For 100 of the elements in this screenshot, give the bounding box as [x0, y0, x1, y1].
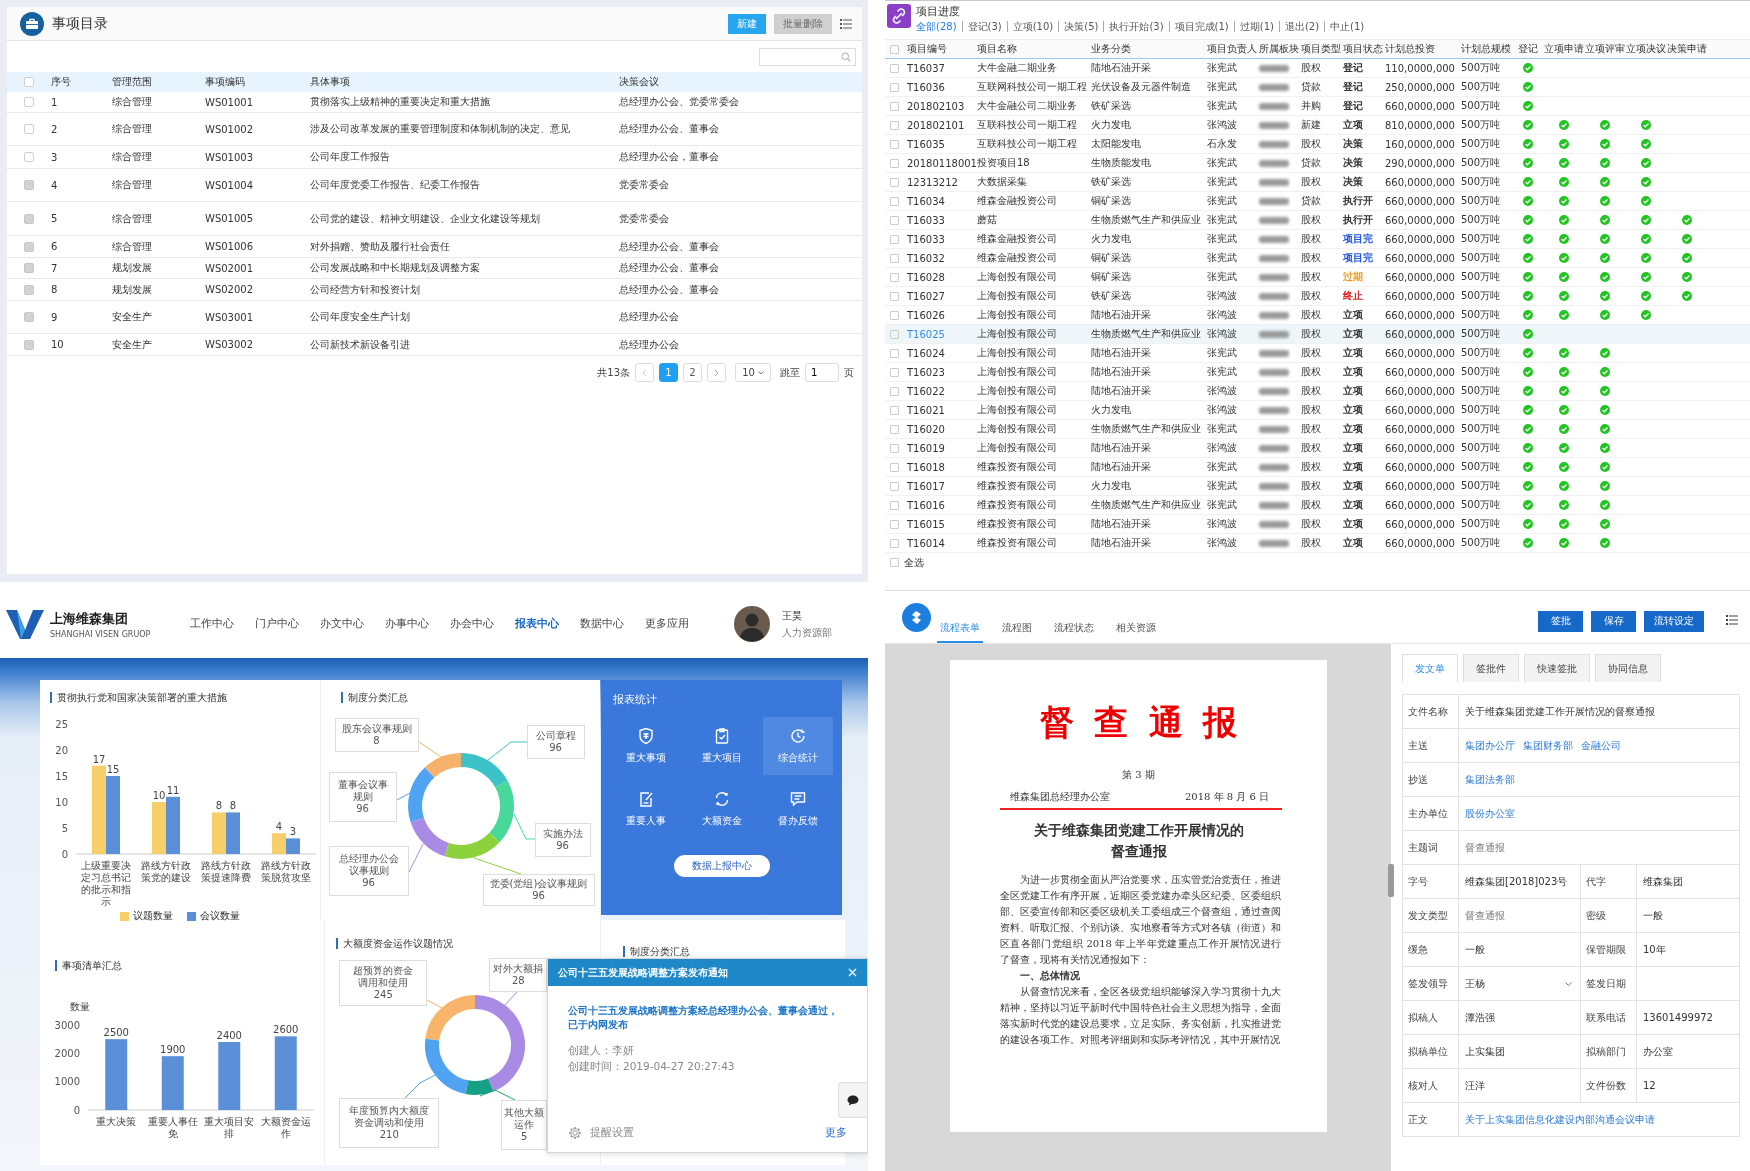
field-link[interactable]: 集团法务部 [1465, 772, 1515, 787]
row-checkbox[interactable] [889, 348, 899, 358]
row-checkbox[interactable] [889, 196, 899, 206]
table-row[interactable]: T16018 维森投资有限公司 陆地石油开采 张宪武 股权 立项 660,0000,000 500万吨 [885, 458, 1750, 477]
tab[interactable]: 相关资源 [1113, 621, 1159, 643]
row-checkbox[interactable] [889, 177, 899, 187]
table-row[interactable]: T16021 上海创投有限公司 火力发电 张鸿波 股权 立项 660,0000,000 500万吨 [885, 401, 1750, 420]
table-row[interactable]: T16019 上海创投有限公司 陆地石油开采 张鸿波 股权 立项 660,0000,000 500万吨 [885, 439, 1750, 458]
row-checkbox[interactable] [889, 424, 899, 434]
row-checkbox[interactable] [889, 329, 899, 339]
table-row[interactable]: T16033 蘑菇 生物质燃气生产和供应业 张宪武 股权 执行开 660,0000,000 500万吨 [885, 211, 1750, 230]
field-link[interactable]: 股份办公室 [1465, 806, 1515, 821]
notification-link[interactable]: 公司十三五发展战略调整方案经总经理办公会、董事会通过，已于内网发布 [568, 1004, 847, 1032]
row-checkbox[interactable] [24, 152, 34, 162]
action-button[interactable]: 签批 [1538, 610, 1583, 632]
row-checkbox[interactable] [889, 538, 899, 548]
row-checkbox[interactable] [889, 272, 899, 282]
report-tile[interactable]: 重要人事 [610, 780, 681, 838]
row-checkbox[interactable] [889, 234, 899, 244]
previous-page-button[interactable] [635, 363, 654, 382]
more-link[interactable]: 更多 [825, 1126, 847, 1140]
row-checkbox[interactable] [889, 253, 899, 263]
filter-link[interactable]: 项目完成(1) [1168, 21, 1234, 32]
splitter-handle[interactable] [1388, 864, 1394, 897]
row-checkbox[interactable] [889, 405, 899, 415]
table-row[interactable]: T16032 维森金融投资公司 铜矿采选 张宪武 股权 项目完 660,0000,000 500万吨 [885, 249, 1750, 268]
nav-link[interactable]: 办文中心 [320, 617, 365, 631]
table-row[interactable]: T16016 维森投资有限公司 生物质燃气生产和供应业 张宪武 股权 立项 660,0000,000 500万吨 [885, 496, 1750, 515]
nav-link[interactable]: 办会中心 [450, 617, 495, 631]
row-checkbox[interactable] [889, 82, 899, 92]
filter-link[interactable]: 全部(28) [916, 21, 962, 32]
row-checkbox[interactable] [889, 101, 899, 111]
page-input[interactable]: 1 [805, 363, 839, 382]
tab[interactable]: 签批件 [1463, 654, 1519, 682]
filter-link[interactable]: 中止(1) [1324, 21, 1370, 32]
row-checkbox[interactable] [889, 367, 899, 377]
row-checkbox[interactable] [889, 310, 899, 320]
table-row[interactable]: T16035 互联科技公司一期工程 太阳能发电 石永发 股权 决策 160,0000,000 500万吨 [885, 135, 1750, 154]
action-button[interactable]: 保存 [1591, 610, 1636, 632]
row-checkbox[interactable] [889, 481, 899, 491]
table-row[interactable]: T16025 上海创投有限公司 生物质燃气生产和供应业 张鸿波 股权 立项 660,0000,000 500万吨 [885, 325, 1750, 344]
menu-icon[interactable] [840, 18, 852, 29]
filter-link[interactable]: 执行开始(3) [1103, 21, 1169, 32]
report-tile[interactable]: 重大事项 [610, 717, 681, 775]
report-tile[interactable]: 大额资金 [686, 780, 757, 838]
select-all-checkbox[interactable] [24, 77, 34, 87]
page-size-select[interactable]: 10 [735, 363, 771, 382]
table-row[interactable]: T16014 维森投资有限公司 陆地石油开采 张鸿波 股权 立项 660,0000,000 500万吨 [885, 534, 1750, 553]
table-row[interactable]: 20180118001投资项目18 生物质能发电 张宪武 贷款 决策 290,0000,000 500万吨 [885, 154, 1750, 173]
tab[interactable]: 发文单 [1402, 654, 1458, 682]
report-tile[interactable]: 重大项目 [686, 717, 757, 775]
row-checkbox[interactable] [889, 215, 899, 225]
row-checkbox[interactable] [889, 158, 899, 168]
row-checkbox[interactable] [24, 97, 34, 107]
tab[interactable]: 流程图 [999, 621, 1035, 643]
settings-link[interactable]: 提醒设置 [590, 1126, 634, 1140]
table-row[interactable]: T16023 上海创投有限公司 陆地石油开采 张宪武 股权 立项 660,0000,000 500万吨 [885, 363, 1750, 382]
row-checkbox[interactable] [889, 386, 899, 396]
table-row[interactable]: T16027 上海创投有限公司 铁矿采选 张鸿波 股权 终止 660,0000,000 500万吨 [885, 287, 1750, 306]
select-field[interactable]: 王杨 [1459, 967, 1581, 1000]
nav-link[interactable]: 办事中心 [385, 617, 430, 631]
table-row[interactable]: 201802101 互联科技公司一期工程 火力发电 张鸿波 新建 立项 810,0000,000 500万吨 [885, 116, 1750, 135]
field-link[interactable]: 关于上实集团信息化建设内部沟通会议申请 [1465, 1112, 1655, 1127]
row-checkbox[interactable] [889, 462, 899, 472]
table-row[interactable]: T16037 大牛金融二期业务 陆地石油开采 张宪武 股权 登记 110,0000,000 500万吨 [885, 59, 1750, 78]
row-checkbox[interactable] [889, 500, 899, 510]
table-row[interactable]: 12313212 大数据采集 铁矿采选 张宪武 股权 决策 660,0000,000 500万吨 [885, 173, 1750, 192]
page-button[interactable]: 2 [683, 363, 702, 382]
table-row[interactable]: T16034 维森金融投资公司 铜矿采选 张宪武 贷款 执行开 660,0000,000 500万吨 [885, 192, 1750, 211]
report-tile[interactable]: 督办反馈 [762, 780, 833, 838]
nav-link[interactable]: 工作中心 [190, 617, 235, 631]
filter-link[interactable]: 立项(10) [1006, 21, 1059, 32]
nav-link[interactable]: 门户中心 [255, 617, 300, 631]
filter-link[interactable]: 登记(3) [961, 21, 1007, 32]
field-link[interactable]: 金融公司 [1581, 738, 1621, 753]
table-row[interactable]: T16015 维森投资有限公司 陆地石油开采 张鸿波 股权 立项 660,0000,000 500万吨 [885, 515, 1750, 534]
close-icon[interactable] [848, 968, 857, 977]
select-all-checkbox[interactable] [890, 558, 899, 567]
chat-button[interactable] [838, 1082, 868, 1118]
nav-link[interactable]: 报表中心 [515, 617, 560, 631]
table-row[interactable]: 201802103 大牛金融公司二期业务 铁矿采选 张宪武 并购 登记 660,0000,000 500万吨 [885, 97, 1750, 116]
table-row[interactable]: T16028 上海创投有限公司 铜矿采选 张宪武 股权 过期 660,0000,000 500万吨 [885, 268, 1750, 287]
row-checkbox[interactable] [24, 124, 34, 134]
select-all-checkbox[interactable] [889, 44, 899, 54]
filter-link[interactable]: 过期(1) [1233, 21, 1279, 32]
tab[interactable]: 快速签批 [1524, 654, 1590, 682]
table-row[interactable]: T16022 上海创投有限公司 陆地石油开采 张鸿波 股权 立项 660,0000,000 500万吨 [885, 382, 1750, 401]
field-link[interactable]: 集团办公厅 [1465, 738, 1515, 753]
search-field[interactable] [759, 47, 856, 66]
nav-link[interactable]: 更多应用 [645, 617, 690, 631]
table-row[interactable]: T16033 维森金融投资公司 火力发电 张宪武 股权 项目完 660,0000,000 500万吨 [885, 230, 1750, 249]
tab[interactable]: 协同信息 [1595, 654, 1661, 682]
table-row[interactable]: T16036 互联网科技公司一期工程 光伏设备及元器件制造 张宪武 贷款 登记 250,0000,000 500万吨 [885, 78, 1750, 97]
row-checkbox[interactable] [889, 120, 899, 130]
settings-icon[interactable] [568, 1126, 582, 1140]
next-page-button[interactable] [707, 363, 726, 382]
field-link[interactable]: 集团财务部 [1523, 738, 1573, 753]
row-checkbox[interactable] [889, 443, 899, 453]
search-icon[interactable] [841, 51, 851, 62]
tab[interactable]: 流程状态 [1051, 621, 1097, 643]
